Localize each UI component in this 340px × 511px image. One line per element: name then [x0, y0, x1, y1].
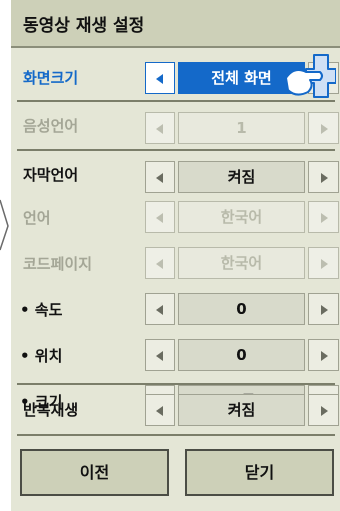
setting-row-subtitle-language[interactable]: 자막언어 켜짐 [11, 151, 340, 197]
triangle-left-icon [156, 124, 163, 134]
setting-row-audio-language: 음성언어 1 [11, 102, 340, 148]
speed-selector[interactable]: 0 [145, 293, 339, 325]
close-button[interactable]: 닫기 [185, 449, 334, 496]
triangle-right-icon [321, 259, 328, 269]
next-option-button [308, 247, 339, 279]
page-title: 동영상 재생 설정 [23, 16, 145, 36]
prev-option-button[interactable] [145, 161, 175, 193]
position-selector[interactable]: 0 [145, 339, 339, 371]
prev-option-button [145, 112, 175, 144]
setting-label: 코드페이지 [23, 255, 93, 273]
triangle-left-icon [156, 351, 163, 361]
prev-option-button[interactable] [145, 293, 175, 325]
setting-label: 음성언어 [23, 117, 79, 135]
triangle-right-icon [321, 173, 328, 183]
prev-option-button[interactable] [145, 339, 175, 371]
setting-row-language: 언어 한국어 [11, 194, 340, 240]
triangle-right-icon [321, 213, 328, 223]
setting-value: 0 [178, 339, 305, 371]
triangle-left-icon [156, 213, 163, 223]
previous-button[interactable]: 이전 [20, 449, 169, 496]
prev-option-button [145, 247, 175, 279]
next-option-button[interactable] [308, 293, 339, 325]
triangle-right-icon [321, 124, 328, 134]
repeat-selector[interactable]: 켜짐 [145, 394, 339, 426]
subtitle-language-selector[interactable]: 켜짐 [145, 161, 339, 193]
setting-value: 켜짐 [178, 394, 305, 426]
setting-value: 켜짐 [178, 161, 305, 193]
next-option-button[interactable] [308, 339, 339, 371]
triangle-right-icon [321, 305, 328, 315]
triangle-left-icon [156, 74, 163, 84]
prev-option-button[interactable] [145, 394, 175, 426]
setting-row-position[interactable]: • 위치 0 [11, 332, 340, 378]
setting-row-speed[interactable]: • 속도 0 [11, 286, 340, 332]
next-option-button[interactable] [308, 161, 339, 193]
prev-option-button [145, 201, 175, 233]
setting-label: • 위치 [20, 347, 63, 365]
language-selector: 한국어 [145, 201, 339, 233]
next-option-button [308, 201, 339, 233]
audio-language-selector: 1 [145, 112, 339, 144]
code-page-selector: 한국어 [145, 247, 339, 279]
divider [17, 434, 335, 436]
setting-label: 화면크기 [23, 69, 79, 87]
triangle-right-icon [321, 406, 328, 416]
prev-option-button[interactable] [145, 62, 175, 94]
triangle-left-icon [156, 173, 163, 183]
setting-label: 자막언어 [23, 166, 79, 184]
next-option-button [308, 112, 339, 144]
hand-cursor-icon [285, 54, 336, 98]
triangle-left-icon [156, 305, 163, 315]
setting-label: 언어 [23, 209, 51, 227]
setting-label: 반복재생 [23, 401, 79, 419]
setting-value: 1 [178, 112, 305, 144]
setting-value: 0 [178, 293, 305, 325]
setting-value: 한국어 [178, 201, 305, 233]
setting-value: 한국어 [178, 247, 305, 279]
setting-label: • 속도 [20, 301, 63, 319]
triangle-left-icon [156, 406, 163, 416]
next-option-button[interactable] [308, 394, 339, 426]
triangle-right-icon [321, 351, 328, 361]
setting-row-repeat[interactable]: 반복재생 켜짐 [11, 386, 340, 432]
divider [17, 383, 335, 385]
panel-header: 동영상 재생 설정 [11, 0, 340, 48]
triangle-left-icon [156, 259, 163, 269]
setting-row-code-page: 코드페이지 한국어 [11, 240, 340, 286]
